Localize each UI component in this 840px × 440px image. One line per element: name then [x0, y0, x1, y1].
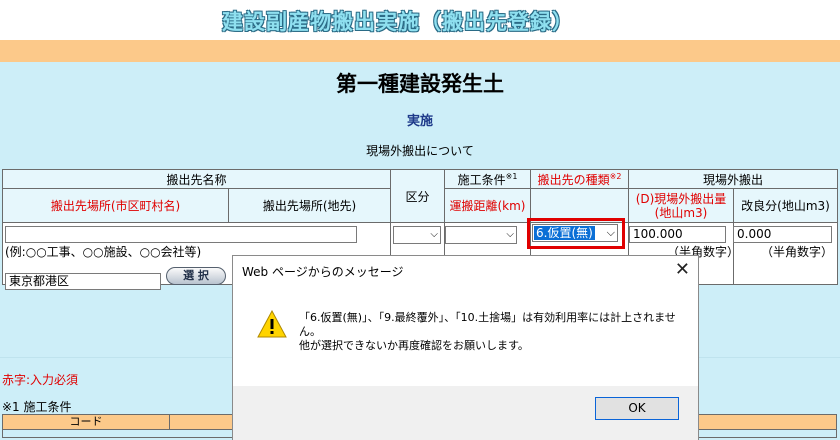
warning-icon [257, 310, 287, 338]
header-kubun: 区分 [390, 169, 445, 223]
improve-halfwidth-note: （半角数字） [761, 245, 834, 259]
header-offsite-qty: (D)現場外搬出量(地山m3) [628, 188, 734, 223]
header-distance: 運搬距離(km) [444, 188, 531, 223]
header-dest-name: 搬出先名称 [2, 169, 391, 189]
header-dest-addr: 搬出先場所(地先) [228, 188, 391, 223]
improve-qty-input[interactable]: 0.000 [733, 226, 832, 243]
condition-select[interactable]: ⌵ [445, 226, 517, 244]
dest-type-value: 6.仮置(無) [534, 226, 595, 240]
chevron-down-icon: ⌵ [606, 226, 615, 239]
dialog-message: 「6.仮置(無)」、「9.最終覆外」、「10.土捨場」は有効利用率には計上されま… [299, 311, 679, 353]
required-legend: 赤字:入力必須 [2, 373, 79, 387]
dialog-line-2: ん。 [299, 325, 321, 338]
header-condition-label: 施工条件 [457, 172, 506, 187]
code-header: コード [3, 415, 170, 429]
header-dest-type-note: ※2 [609, 171, 622, 181]
header-offsite: 現場外搬出 [628, 169, 838, 189]
dest-type-select[interactable]: 6.仮置(無) ⌵ [532, 224, 618, 242]
message-dialog: Web ページからのメッセージ ✕ 「6.仮置(無)」、「9.最終覆外」、「10… [232, 255, 699, 440]
title-bar: 建設副産物搬出実施（搬出先登録） [0, 0, 840, 40]
dialog-footer: OK [233, 386, 698, 440]
dialog-line-3: 他が選択できないか再度確認をお願いします。 [299, 339, 529, 352]
dest-muni-input[interactable]: 東京都港区 [5, 273, 161, 290]
section-label: 現場外搬出について [366, 144, 474, 158]
select-button[interactable]: 選 択 [166, 267, 226, 285]
accent-bar [0, 40, 840, 62]
header-dest-type-label: 搬出先の種類 [537, 172, 610, 187]
header-condition-note: ※1 [505, 171, 518, 181]
example-hint: (例:○○工事、○○施設、○○会社等) [5, 245, 202, 259]
header-improve: 改良分(地山m3) [733, 188, 838, 223]
chevron-down-icon: ⌵ [430, 229, 438, 240]
header-dest-type: 搬出先の種類※2 [530, 169, 629, 189]
dialog-line-1: 「6.仮置(無)」、「9.最終覆外」、「10.土捨場」は有効利用率には計上されま… [299, 311, 676, 324]
page-subtitle: 実施 [406, 114, 433, 129]
footnote-1: ※1 施工条件 [2, 400, 72, 414]
project-name-input[interactable] [5, 226, 357, 243]
header-dest-muni: 搬出先場所(市区町村名) [2, 188, 229, 223]
ok-button[interactable]: OK [595, 397, 679, 420]
page-title: 第一種建設発生土 [336, 72, 504, 96]
header-condition: 施工条件※1 [444, 169, 531, 189]
offsite-qty-input[interactable]: 100.000 [629, 226, 726, 243]
kubun-select[interactable]: ⌵ [393, 226, 441, 244]
app-title: 建設副産物搬出実施（搬出先登録） [222, 10, 574, 34]
dialog-title: Web ページからのメッセージ [242, 265, 404, 279]
chevron-down-icon: ⌵ [506, 229, 514, 240]
close-icon[interactable]: ✕ [675, 259, 690, 280]
